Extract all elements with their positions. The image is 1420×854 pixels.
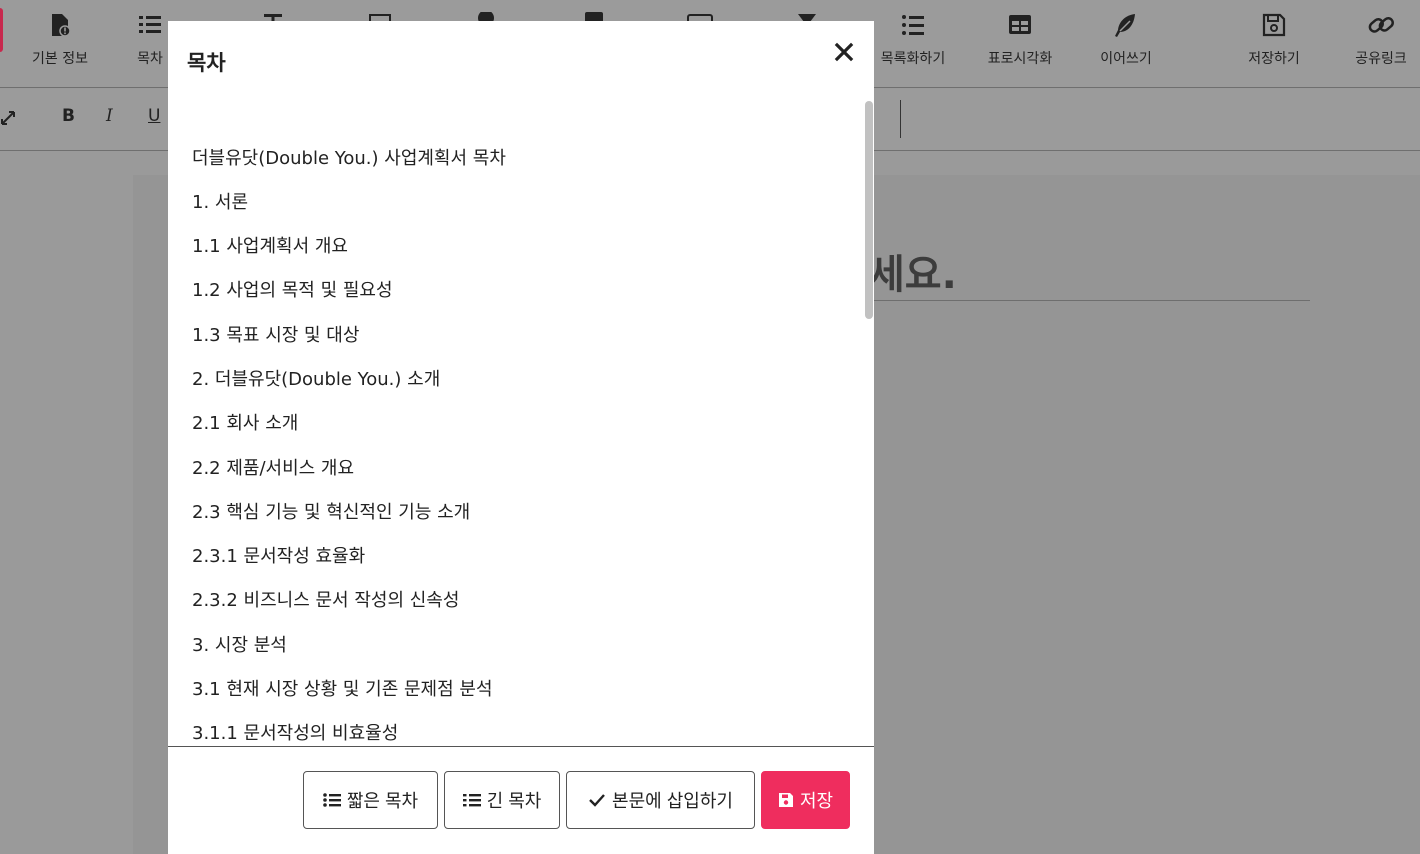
toc-item: 3.1.1 문서작성의 비효율성 bbox=[192, 723, 399, 744]
editor-title-underline bbox=[868, 300, 1310, 301]
ordered-list-icon bbox=[139, 16, 161, 33]
toc-scrollbar[interactable] bbox=[864, 101, 874, 746]
toc-item: 2. 더블유닷(Double You.) 소개 bbox=[192, 369, 441, 390]
tool-save[interactable]: 저장하기 bbox=[1224, 0, 1324, 88]
tool-label: 표로시각화 bbox=[987, 51, 1053, 67]
toc-item: 1.3 목표 시장 및 대상 bbox=[192, 325, 360, 346]
toc-item: 3. 시장 분석 bbox=[192, 635, 287, 656]
check-icon bbox=[589, 794, 605, 807]
toc-modal: 목차 더블유닷(Double You.) 사업계획서 목차 1. 서론 1.1 … bbox=[168, 21, 874, 854]
list-icon bbox=[323, 793, 341, 807]
file-info-icon bbox=[52, 14, 71, 37]
expand-icon[interactable] bbox=[0, 110, 16, 126]
tool-label: 공유링크 bbox=[1355, 51, 1407, 67]
bold-button[interactable]: B bbox=[62, 106, 75, 126]
toc-item: 더블유닷(Double You.) 사업계획서 목차 bbox=[192, 148, 506, 169]
list-icon bbox=[902, 15, 924, 35]
feather-icon bbox=[1115, 14, 1135, 37]
close-icon[interactable] bbox=[832, 37, 856, 65]
tool-listify[interactable]: 목록화하기 bbox=[863, 0, 963, 88]
toc-item: 2.3 핵심 기능 및 혁신적인 기능 소개 bbox=[192, 502, 471, 523]
floppy-icon bbox=[1262, 13, 1286, 37]
tool-label: 목록화하기 bbox=[880, 51, 946, 67]
footer-divider bbox=[168, 746, 874, 747]
italic-button[interactable]: I bbox=[106, 106, 113, 126]
toc-list[interactable]: 더블유닷(Double You.) 사업계획서 목차 1. 서론 1.1 사업계… bbox=[168, 101, 874, 746]
save-button[interactable]: 저장 bbox=[761, 771, 850, 829]
save-label: 저장 bbox=[799, 791, 834, 811]
toc-item: 2.1 회사 소개 bbox=[192, 413, 299, 434]
toc-item: 2.3.1 문서작성 효율화 bbox=[192, 546, 366, 567]
toc-item: 2.2 제품/서비스 개요 bbox=[192, 458, 355, 479]
insert-into-body-button[interactable]: 본문에 삽입하기 bbox=[566, 771, 755, 829]
underline-button[interactable]: U bbox=[148, 106, 160, 126]
tool-continue[interactable]: 이어쓰기 bbox=[1076, 0, 1176, 88]
long-toc-label: 긴 목차 bbox=[486, 791, 542, 811]
tool-basic-info[interactable]: 기본 정보 bbox=[10, 0, 110, 88]
tool-share-link[interactable]: 공유링크 bbox=[1331, 0, 1420, 88]
floppy-icon bbox=[778, 793, 793, 807]
toc-item: 1. 서론 bbox=[192, 192, 249, 213]
short-toc-button[interactable]: 짧은 목차 bbox=[303, 771, 438, 829]
tool-table[interactable]: 표로시각화 bbox=[970, 0, 1070, 88]
tool-label: 저장하기 bbox=[1248, 51, 1300, 67]
modal-title: 목차 bbox=[187, 51, 226, 75]
editor-title-fragment: 세요. bbox=[868, 252, 957, 298]
tool-label: 이어쓰기 bbox=[1100, 51, 1152, 67]
toc-item: 2.3.2 비즈니스 문서 작성의 신속성 bbox=[192, 590, 460, 611]
table-icon bbox=[1009, 15, 1031, 34]
long-toc-button[interactable]: 긴 목차 bbox=[444, 771, 560, 829]
short-toc-label: 짧은 목차 bbox=[346, 791, 419, 811]
link-icon bbox=[1368, 17, 1394, 33]
active-indicator bbox=[0, 8, 3, 52]
toc-item: 3.1 현재 시장 상황 및 기존 문제점 분석 bbox=[192, 679, 493, 700]
insert-label: 본문에 삽입하기 bbox=[612, 791, 733, 811]
toc-item: 1.2 사업의 목적 및 필요성 bbox=[192, 280, 393, 301]
format-divider bbox=[900, 100, 901, 138]
scroll-thumb[interactable] bbox=[865, 101, 873, 319]
toc-item: 1.1 사업계획서 개요 bbox=[192, 236, 348, 257]
ordered-list-icon bbox=[462, 794, 481, 807]
tool-label: 기본 정보 bbox=[32, 51, 88, 67]
